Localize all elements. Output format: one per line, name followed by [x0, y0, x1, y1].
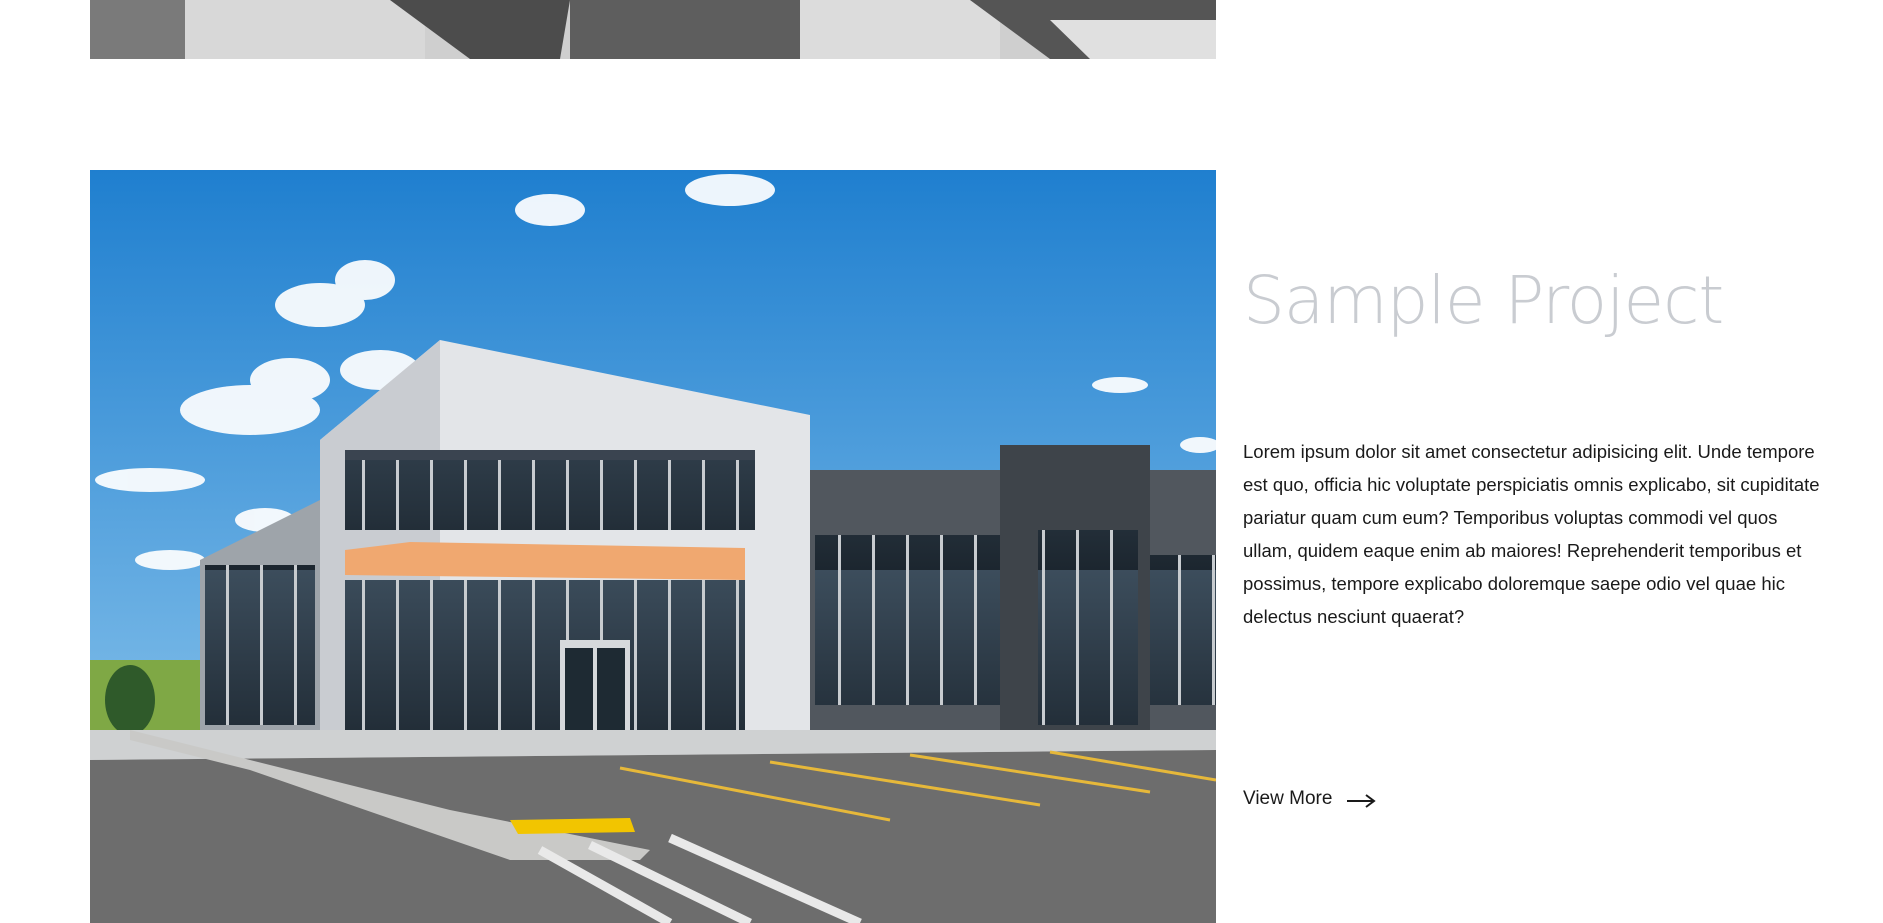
arrow-right-icon — [1346, 792, 1377, 808]
project-image — [90, 170, 1216, 923]
view-more-label: View More — [1243, 788, 1333, 809]
previous-project-image — [90, 0, 1216, 59]
view-more-link[interactable]: View More — [1243, 788, 1377, 810]
project-title: Sample Project — [1243, 262, 1724, 339]
project-description: Lorem ipsum dolor sit amet consectetur a… — [1243, 441, 1820, 627]
